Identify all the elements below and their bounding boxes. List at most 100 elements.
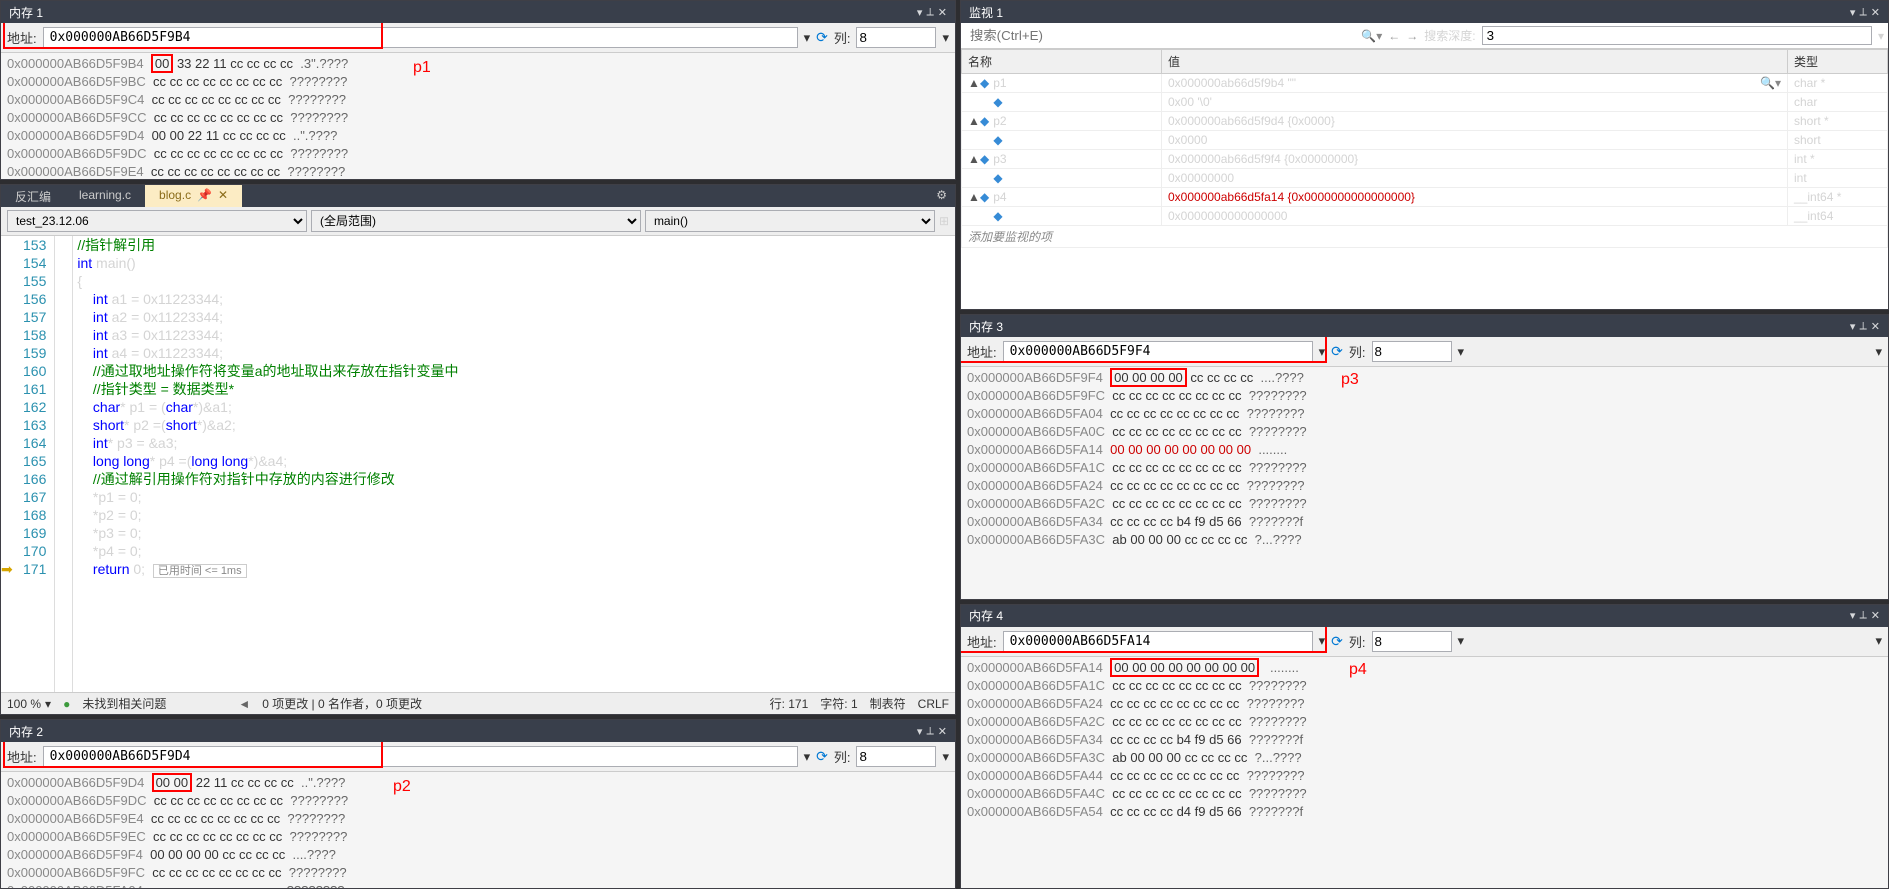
code-line[interactable]: int a3 = 0x11223344; bbox=[77, 326, 951, 344]
dropdown-icon[interactable]: ▾ bbox=[1850, 6, 1856, 19]
expander-icon[interactable]: ▲ bbox=[968, 190, 978, 204]
dropdown-icon[interactable]: ▾ bbox=[1878, 29, 1884, 43]
line-number: 168 bbox=[23, 506, 46, 524]
refresh-icon[interactable]: ⟳ bbox=[816, 748, 828, 765]
code-line[interactable]: //指针类型 = 数据类型* bbox=[77, 380, 951, 398]
address-input[interactable] bbox=[1003, 631, 1313, 652]
close-icon[interactable]: ✕ bbox=[938, 725, 947, 738]
code-line[interactable]: //通过取地址操作符将变量a的地址取出来存放在指针变量中 bbox=[77, 362, 951, 380]
project-combo[interactable]: test_23.12.06 bbox=[7, 210, 307, 232]
crlf-indicator: CRLF bbox=[918, 697, 949, 711]
dropdown-icon[interactable]: ▾ bbox=[1319, 344, 1326, 360]
memory-row: 0x000000AB66D5F9D4 00 00 22 11 cc cc cc … bbox=[7, 127, 949, 145]
close-icon[interactable]: ✕ bbox=[218, 188, 228, 202]
code-line[interactable]: int* p3 = &a3; bbox=[77, 434, 951, 452]
search-icon[interactable]: 🔍▾ bbox=[1361, 29, 1382, 43]
dropdown-icon[interactable]: ▾ bbox=[917, 6, 923, 19]
dropdown-icon[interactable]: ▾ bbox=[804, 749, 811, 765]
close-icon[interactable]: ✕ bbox=[938, 6, 947, 19]
code-line[interactable]: char* p1 = (char*)&a1; bbox=[77, 398, 951, 416]
pin-icon[interactable]: ⟂ bbox=[1859, 320, 1866, 333]
editor-tab[interactable]: 反汇编 bbox=[1, 185, 65, 207]
col-indicator: 字符: 1 bbox=[820, 695, 857, 712]
dropdown-icon[interactable]: ▾ bbox=[1850, 609, 1856, 622]
close-icon[interactable]: ✕ bbox=[1871, 6, 1880, 19]
nav-forward-icon[interactable]: → bbox=[1406, 29, 1418, 43]
scope-combo[interactable]: (全局范围) bbox=[311, 210, 641, 232]
zoom-level[interactable]: 100 % bbox=[7, 697, 41, 711]
code-line[interactable]: //指针解引用 bbox=[77, 236, 951, 254]
code-line[interactable]: *p1 = 0; bbox=[77, 488, 951, 506]
expander-icon[interactable]: ▲ bbox=[968, 114, 978, 128]
dropdown-icon[interactable]: ▾ bbox=[1875, 633, 1882, 649]
dropdown-icon[interactable]: ▾ bbox=[1850, 320, 1856, 333]
nav-back-icon[interactable]: ← bbox=[1388, 29, 1400, 43]
variable-icon: ◆ bbox=[980, 190, 989, 204]
search-icon[interactable]: 🔍▾ bbox=[1760, 76, 1781, 90]
code-line[interactable]: //通过解引用操作符对指针中存放的内容进行修改 bbox=[77, 470, 951, 488]
code-line[interactable]: return 0; 已用时间 <= 1ms bbox=[77, 560, 951, 578]
pin-icon[interactable]: ⟂ bbox=[926, 725, 933, 738]
memory-row: 0x000000AB66D5F9C4 cc cc cc cc cc cc cc … bbox=[7, 91, 949, 109]
columns-input[interactable] bbox=[856, 746, 936, 767]
dropdown-icon[interactable]: ▾ bbox=[45, 697, 51, 711]
refresh-icon[interactable]: ⟳ bbox=[816, 29, 828, 46]
depth-input[interactable] bbox=[1482, 26, 1872, 45]
watch-row[interactable]: ▲◆p20x000000ab66d5f9d4 {0x0000}short * bbox=[962, 112, 1888, 131]
refresh-icon[interactable]: ⟳ bbox=[1331, 343, 1343, 360]
dropdown-icon[interactable]: ▾ bbox=[1319, 633, 1326, 649]
columns-input[interactable] bbox=[1372, 341, 1452, 362]
watch-row[interactable]: ◆0x0000000000000000__int64 bbox=[962, 207, 1888, 226]
line-indicator: 行: 171 bbox=[770, 695, 809, 712]
watch-row[interactable]: ◆0x00000000int bbox=[962, 169, 1888, 188]
address-input[interactable] bbox=[43, 746, 798, 767]
code-line[interactable]: short* p2 =(short*)&a2; bbox=[77, 416, 951, 434]
expander-icon[interactable]: ▲ bbox=[968, 76, 978, 90]
pin-icon[interactable]: ⟂ bbox=[926, 6, 933, 19]
columns-input[interactable] bbox=[1372, 631, 1452, 652]
memory-4-panel: 内存 4 ▾ ⟂ ✕ 地址: ▾ ⟳ 列: ▾ ▾ bbox=[960, 604, 1889, 889]
code-line[interactable]: int a1 = 0x11223344; bbox=[77, 290, 951, 308]
code-line[interactable]: int main() bbox=[77, 254, 951, 272]
code-line[interactable]: *p4 = 0; bbox=[77, 542, 951, 560]
watch-header-name[interactable]: 名称 bbox=[962, 50, 1162, 74]
watch-row[interactable]: ◆0x0000short bbox=[962, 131, 1888, 150]
dropdown-icon[interactable]: ▾ bbox=[804, 30, 811, 46]
close-icon[interactable]: ✕ bbox=[1871, 609, 1880, 622]
watch-row[interactable]: ▲◆p10x000000ab66d5f9b4 ""🔍▾char * bbox=[962, 74, 1888, 93]
watch-row[interactable]: ▲◆p30x000000ab66d5f9f4 {0x00000000}int * bbox=[962, 150, 1888, 169]
address-input[interactable] bbox=[43, 27, 798, 48]
dropdown-icon[interactable]: ▾ bbox=[1875, 344, 1882, 360]
close-icon[interactable]: ✕ bbox=[1871, 320, 1880, 333]
pin-icon[interactable]: ⟂ bbox=[1859, 609, 1866, 622]
dropdown-icon[interactable]: ▾ bbox=[942, 749, 949, 765]
columns-input[interactable] bbox=[856, 27, 936, 48]
watch-header-type[interactable]: 类型 bbox=[1788, 50, 1888, 74]
address-input[interactable] bbox=[1003, 341, 1313, 362]
address-label: 地址: bbox=[967, 342, 997, 361]
dropdown-icon[interactable]: ▾ bbox=[1458, 344, 1465, 360]
watch-search-input[interactable] bbox=[965, 25, 1355, 46]
watch-row[interactable]: ◆0x00 '\0'char bbox=[962, 93, 1888, 112]
expander-icon[interactable]: ▲ bbox=[968, 152, 978, 166]
function-combo[interactable]: main() bbox=[645, 210, 935, 232]
watch-row[interactable]: ▲◆p40x000000ab66d5fa14 {0x00000000000000… bbox=[962, 188, 1888, 207]
dropdown-icon[interactable]: ▾ bbox=[917, 725, 923, 738]
code-line[interactable]: long long* p4 =(long long*)&a4; bbox=[77, 452, 951, 470]
code-line[interactable]: int a4 = 0x11223344; bbox=[77, 344, 951, 362]
editor-tab[interactable]: blog.c📌✕ bbox=[145, 185, 242, 207]
dropdown-icon[interactable]: ▾ bbox=[942, 30, 949, 46]
split-icon[interactable]: ⊞ bbox=[939, 214, 949, 228]
pin-icon[interactable]: ⟂ bbox=[1859, 6, 1866, 19]
pin-icon[interactable]: 📌 bbox=[197, 188, 212, 202]
refresh-icon[interactable]: ⟳ bbox=[1331, 633, 1343, 650]
code-line[interactable]: *p3 = 0; bbox=[77, 524, 951, 542]
editor-tab[interactable]: learning.c bbox=[65, 185, 145, 207]
code-line[interactable]: *p2 = 0; bbox=[77, 506, 951, 524]
gear-icon[interactable]: ⚙ bbox=[928, 185, 955, 207]
code-line[interactable]: { bbox=[77, 272, 951, 290]
dropdown-icon[interactable]: ▾ bbox=[1458, 633, 1465, 649]
code-line[interactable]: int a2 = 0x11223344; bbox=[77, 308, 951, 326]
add-watch-prompt[interactable]: 添加要监视的项 bbox=[962, 226, 1888, 248]
watch-header-value[interactable]: 值 bbox=[1162, 50, 1788, 74]
